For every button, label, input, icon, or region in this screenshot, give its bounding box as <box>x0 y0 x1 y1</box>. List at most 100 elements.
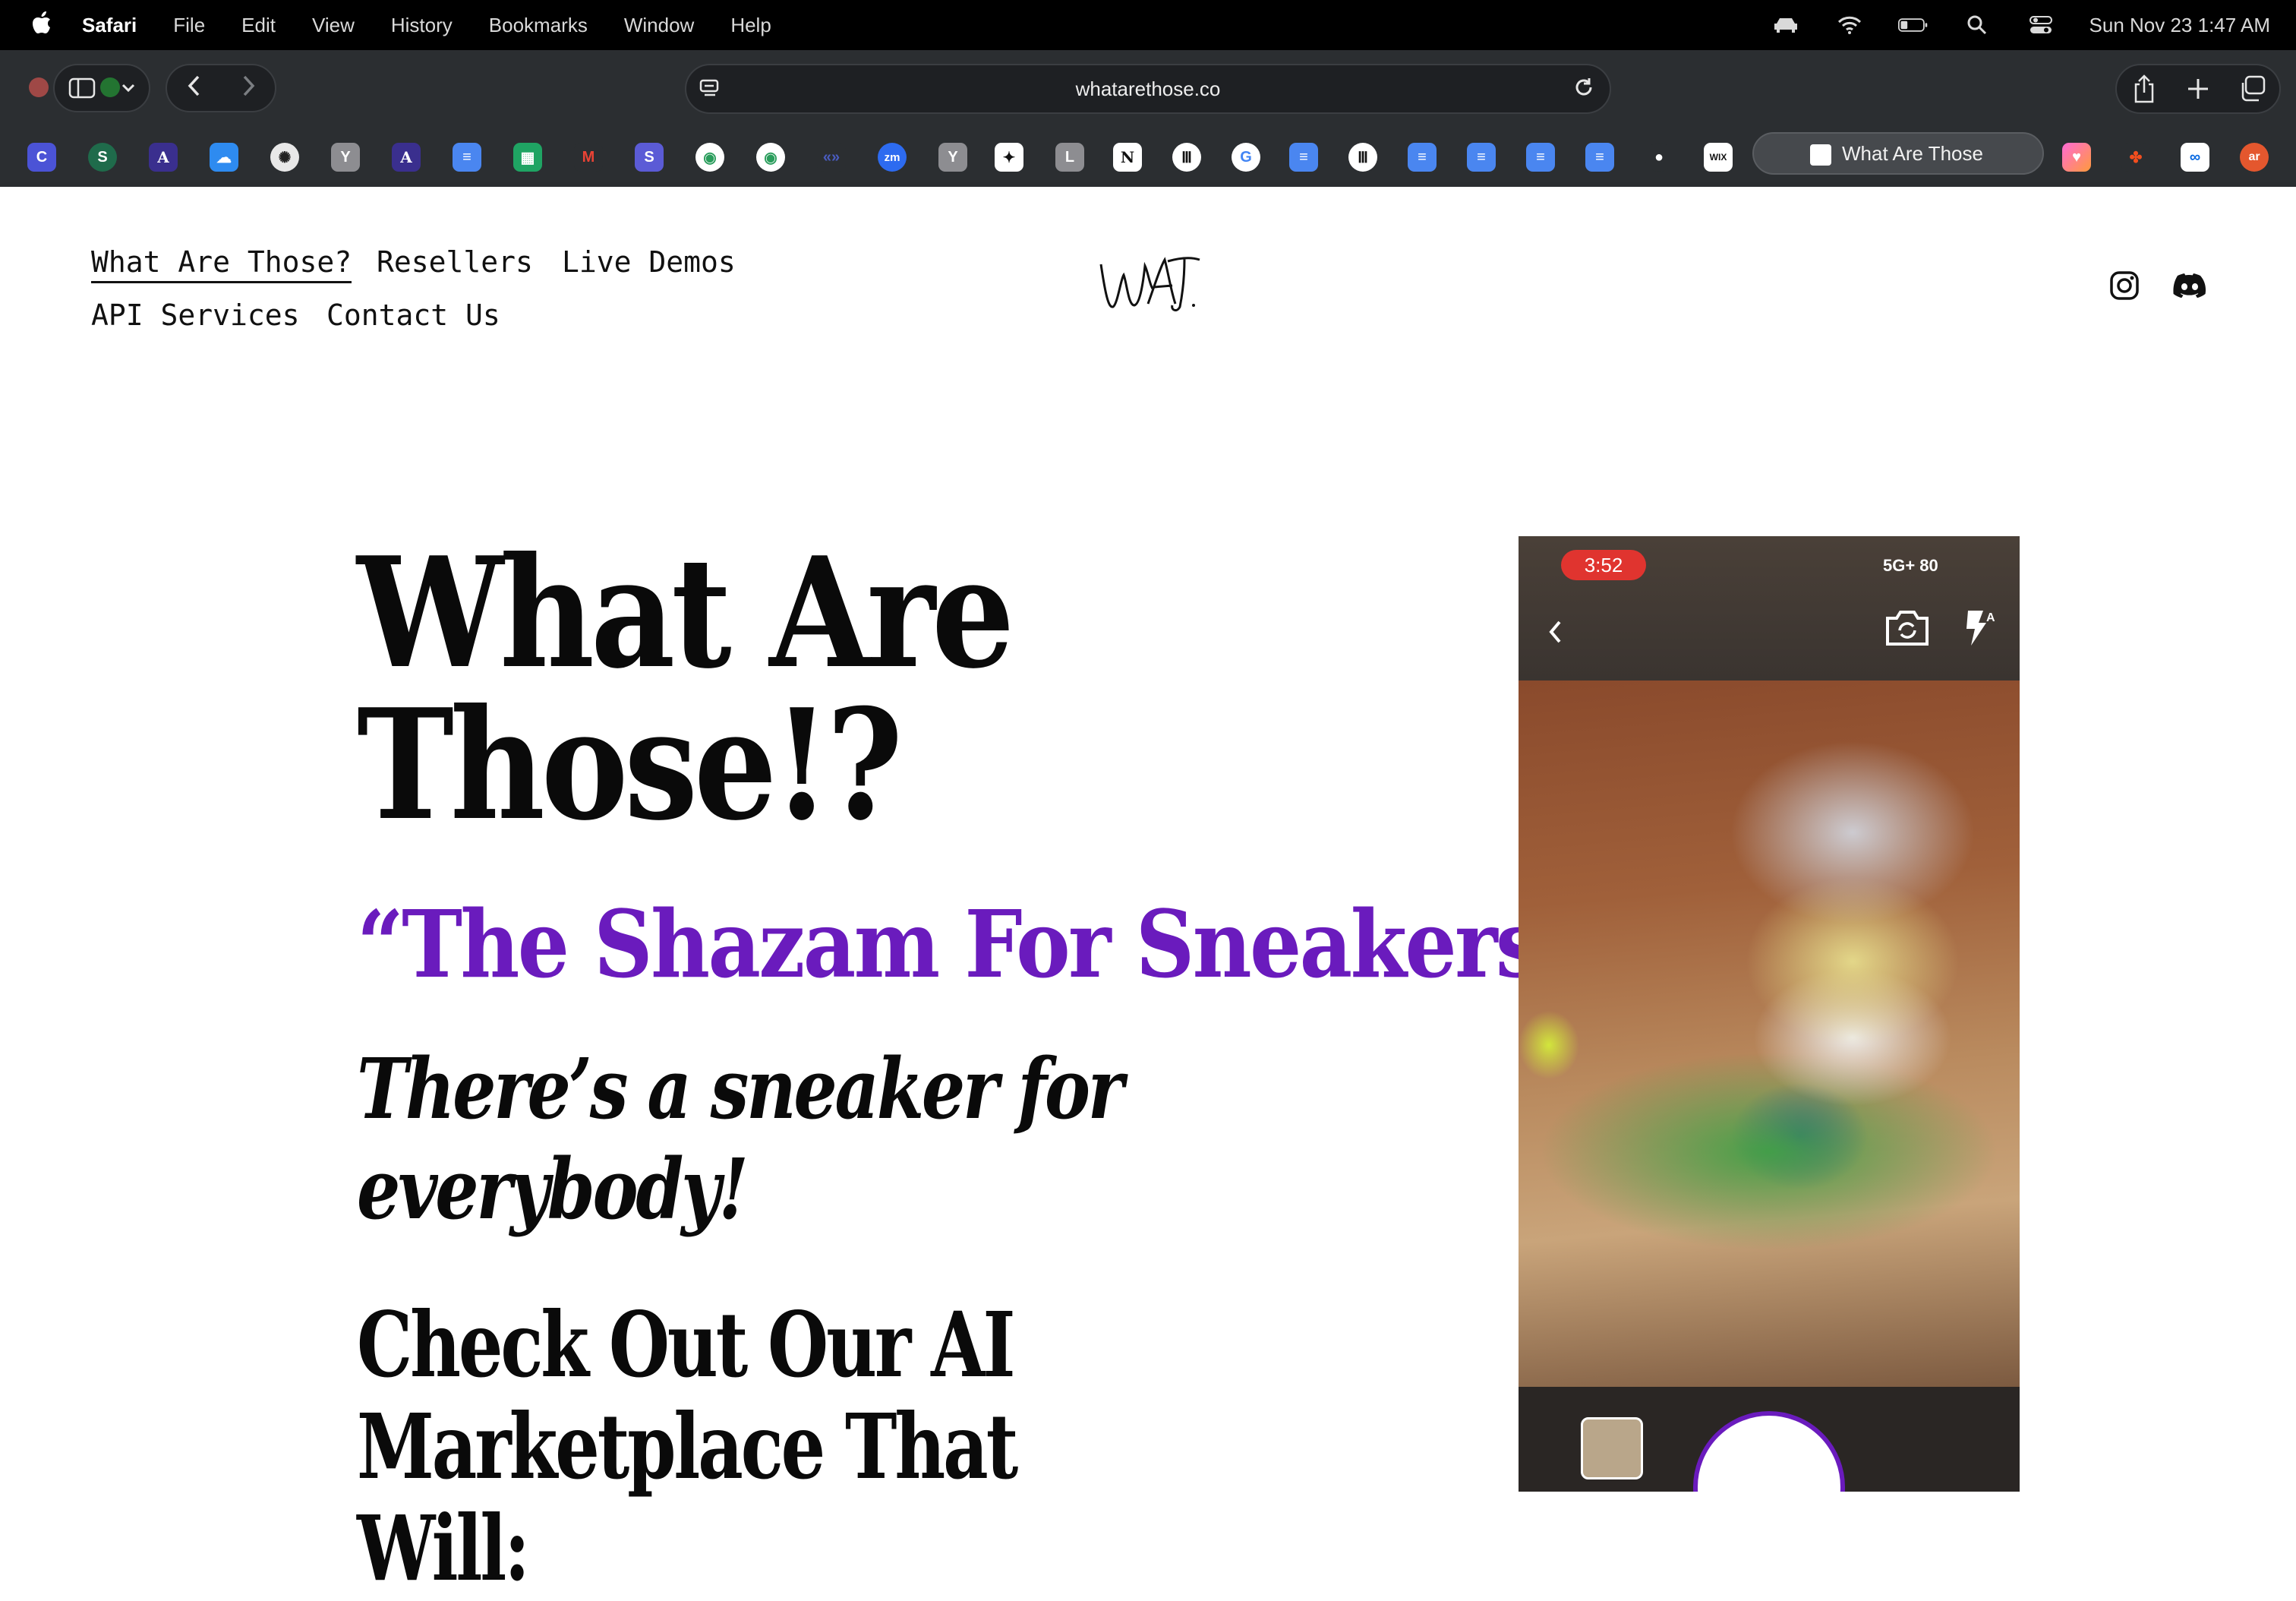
hero-title: What Are Those!? <box>357 538 1206 842</box>
bookmark-a-icon[interactable]: A <box>149 143 178 172</box>
discord-icon[interactable] <box>2173 270 2206 301</box>
menu-help[interactable]: Help <box>730 14 771 37</box>
address-url-text: whatarethose.co <box>1075 77 1221 100</box>
address-bar[interactable]: whatarethose.co <box>685 64 1611 114</box>
tab-overview-icon[interactable] <box>2237 74 2267 104</box>
figma-icon[interactable]: ✤ <box>2121 143 2150 172</box>
phone-signal-status: 5G+ 80 <box>1883 556 1938 575</box>
history-nav <box>166 64 276 112</box>
compass-icon[interactable]: ◉ <box>695 143 724 172</box>
window-maximize-button[interactable] <box>100 77 120 97</box>
apple-menu-icon[interactable] <box>29 11 55 39</box>
tab-what-are-those[interactable]: What Are Those <box>1752 132 2044 175</box>
bookmark-star-icon[interactable]: ✦ <box>995 143 1023 172</box>
bookmark-y-icon[interactable]: Y <box>331 143 360 172</box>
camera-flip-icon <box>1884 608 1930 647</box>
zoom-icon[interactable]: zm <box>878 143 907 172</box>
bookmark-l-icon[interactable]: L <box>1055 143 1084 172</box>
reload-icon[interactable] <box>1572 76 1596 100</box>
shutter-button-logo <box>1693 1411 1845 1492</box>
bookmark-ar-icon[interactable]: ar <box>2240 143 2269 172</box>
notion-icon[interactable]: N <box>1113 143 1142 172</box>
nav-contact-us[interactable]: Contact Us <box>326 298 500 333</box>
meta-icon[interactable]: ∞ <box>2181 143 2209 172</box>
google-icon[interactable]: G <box>1232 143 1260 172</box>
google-docs3-icon[interactable]: ≡ <box>1408 143 1437 172</box>
google-docs2-icon[interactable]: ≡ <box>1289 143 1318 172</box>
battery-icon[interactable] <box>1897 15 1929 35</box>
compass2-icon[interactable]: ◉ <box>756 143 785 172</box>
marketplace-heading: Check Out Our AI Marketplace That Will: <box>357 1294 1186 1599</box>
google-sheets-icon[interactable]: ▦ <box>513 143 542 172</box>
bookmark-chevrons-icon[interactable]: «» <box>817 143 846 172</box>
instagram-icon[interactable] <box>2109 270 2140 301</box>
hero-subtagline: There’s a sneaker for everybody! <box>357 1039 1228 1239</box>
menu-edit[interactable]: Edit <box>241 14 276 37</box>
nav-api-services[interactable]: API Services <box>91 298 300 333</box>
chevron-down-icon <box>121 84 135 93</box>
phone-camera-bottombar <box>1519 1387 2020 1492</box>
hero-subtagline-line-2: everybody! <box>357 1140 749 1238</box>
menu-view[interactable]: View <box>312 14 355 37</box>
google-docs5-icon[interactable]: ≡ <box>1526 143 1555 172</box>
share-icon[interactable] <box>2129 74 2159 104</box>
menu-app-name[interactable]: Safari <box>82 14 137 37</box>
new-tab-plus-icon[interactable] <box>2183 74 2213 104</box>
bookmark-m-circle2-icon[interactable]: Ⅲ <box>1348 143 1377 172</box>
bookmark-m-circle-icon[interactable]: Ⅲ <box>1172 143 1201 172</box>
bookmark-c-icon[interactable]: C <box>27 143 56 172</box>
back-button[interactable] <box>187 74 202 102</box>
nav-what-are-those[interactable]: What Are Those? <box>91 245 352 283</box>
menu-window[interactable]: Window <box>624 14 694 37</box>
hero-title-line-2: Those!? <box>357 676 903 854</box>
macos-menubar: Safari File Edit View History Bookmarks … <box>0 0 2296 50</box>
svg-text:A: A <box>1986 611 1995 624</box>
icloud-icon[interactable]: ☁ <box>210 143 238 172</box>
spotlight-search-icon[interactable] <box>1962 15 1992 35</box>
hero-section: What Are Those!? “The Shazam For Sneaker… <box>0 386 2296 1599</box>
toolbar-right-actions <box>2115 64 2281 114</box>
site-logo[interactable] <box>1095 249 1203 316</box>
marketplace-heading-line-2: Marketplace That Will: <box>357 1394 1018 1601</box>
bookmark-heart-icon[interactable]: ♥ <box>2062 143 2091 172</box>
phone-back-chevron-icon <box>1547 615 1563 653</box>
tab-favicon-icon <box>1810 144 1831 166</box>
wifi-icon[interactable] <box>1834 15 1865 35</box>
menu-bookmarks[interactable]: Bookmarks <box>489 14 588 37</box>
nav-live-demos[interactable]: Live Demos <box>562 245 736 279</box>
google-docs4-icon[interactable]: ≡ <box>1467 143 1496 172</box>
menu-history[interactable]: History <box>391 14 453 37</box>
bookmark-s-icon[interactable]: S <box>635 143 664 172</box>
google-docs-icon[interactable]: ≡ <box>453 143 481 172</box>
window-close-button[interactable] <box>29 77 49 97</box>
phone-demo-video[interactable]: 3:52 5G+ 80 A <box>1519 536 2020 1492</box>
nav-resellers[interactable]: Resellers <box>377 245 533 279</box>
flash-auto-icon: A <box>1960 608 1998 647</box>
gallery-thumbnail <box>1581 1417 1643 1479</box>
forward-button[interactable] <box>241 74 256 102</box>
bookmark-a2-icon[interactable]: A <box>392 143 421 172</box>
phone-time-pill: 3:52 <box>1561 550 1646 580</box>
hero-tagline: “The Shazam For Sneakers” <box>357 889 1586 999</box>
marketplace-heading-line-1: Check Out Our AI <box>357 1292 1016 1397</box>
github-icon[interactable]: ● <box>1645 143 1673 172</box>
phone-camera-topbar: 3:52 5G+ 80 A <box>1519 536 2020 681</box>
menu-file[interactable]: File <box>173 14 205 37</box>
tab-label: What Are Those <box>1842 141 1983 165</box>
google-docs6-icon[interactable]: ≡ <box>1585 143 1614 172</box>
sneaker-camera-photo <box>1519 681 2020 1387</box>
browser-chrome: whatarethose.co C S A ☁ ✺ Y A ≡ ▦ M S ◉ … <box>0 50 2296 187</box>
reader-mode-icon[interactable] <box>699 77 721 100</box>
chatgpt-icon[interactable]: ✺ <box>270 143 299 172</box>
control-center-icon[interactable] <box>2026 15 2056 35</box>
bookmark-s-circle-icon[interactable]: S <box>88 143 117 172</box>
browser-toolbar: whatarethose.co <box>0 50 2296 129</box>
hero-subtagline-line-1: There’s a sneaker for <box>357 1040 1124 1138</box>
car-icon[interactable] <box>1771 15 1801 35</box>
sidebar-icon <box>68 77 96 99</box>
wix-icon[interactable]: WIX <box>1704 143 1733 172</box>
menubar-clock[interactable]: Sun Nov 23 1:47 AM <box>2089 14 2270 37</box>
bookmark-y2-icon[interactable]: Y <box>938 143 967 172</box>
gmail-icon[interactable]: M <box>574 143 603 172</box>
site-header: What Are Those? Resellers Live Demos API… <box>0 187 2296 386</box>
